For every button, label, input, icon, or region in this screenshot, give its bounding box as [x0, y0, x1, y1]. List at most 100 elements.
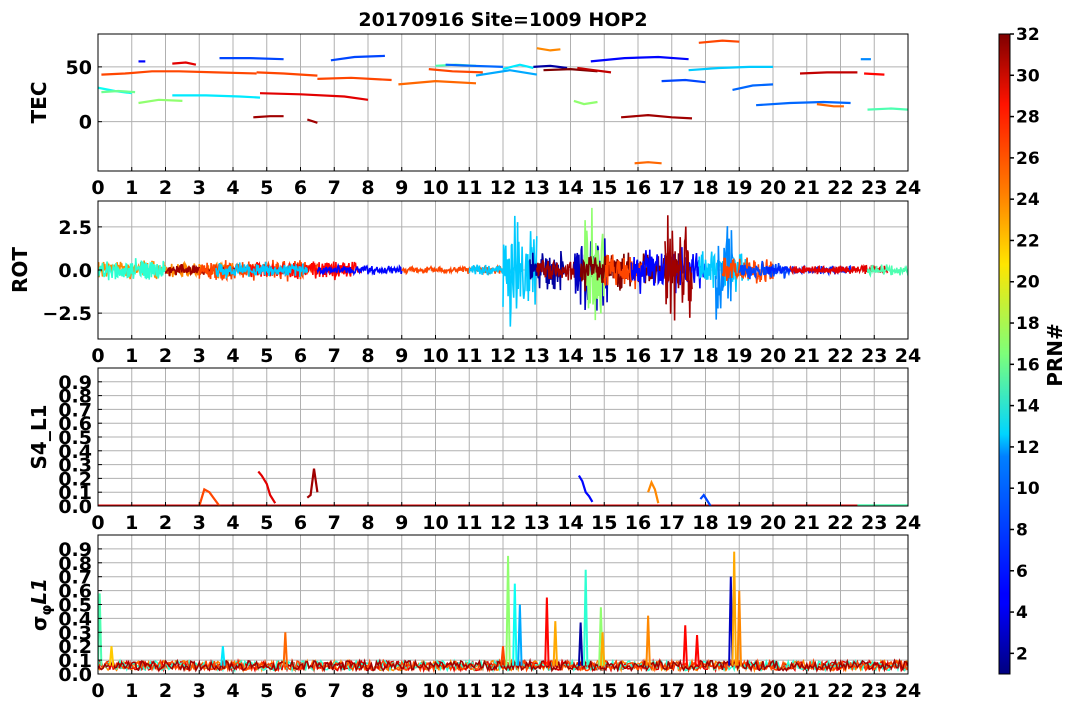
colorbar-tick-label: 20 — [1016, 273, 1040, 293]
sigma-ytick-label: 0.0 — [58, 664, 92, 686]
tec-xtick-label: 11 — [456, 177, 482, 199]
sigma-xtick-label: 5 — [260, 680, 273, 702]
spike-prn-28 — [544, 597, 550, 666]
figure-title: 20170916 Site=1009 HOP2 — [358, 9, 647, 31]
s4-xtick-label: 19 — [726, 512, 752, 534]
series-prn-12 — [172, 94, 261, 99]
sigma-xtick-label: 24 — [895, 680, 921, 702]
series-prn-31 — [664, 215, 693, 321]
rot-xtick-label: 8 — [361, 345, 374, 367]
rot-xtick-label: 0 — [91, 345, 104, 367]
colorbar-ticks: 2468101214161820222426283032 — [1010, 25, 1040, 664]
colorbar-tick-label: 12 — [1016, 438, 1040, 458]
rot-xtick-label: 5 — [260, 345, 273, 367]
s4-xtick-label: 15 — [591, 512, 617, 534]
series-prn-7 — [219, 56, 284, 61]
sigma-xtick-label: 8 — [361, 680, 374, 702]
series-prn-26 — [428, 68, 483, 74]
s4-xtick-label: 2 — [159, 512, 172, 534]
series-prn-5 — [316, 262, 403, 277]
rot-ytick-label: −2.5 — [42, 303, 92, 325]
s4-xtick-label: 14 — [557, 512, 583, 534]
tec-ytick-label: 0 — [79, 112, 92, 134]
rot-xtick-label: 11 — [456, 345, 482, 367]
colorbar-tick-label: 10 — [1016, 479, 1040, 499]
rot-xtick-label: 14 — [557, 345, 583, 367]
rot-xtick-label: 23 — [861, 345, 887, 367]
series-prn-25 — [816, 103, 844, 108]
tec-xtick-label: 3 — [193, 177, 206, 199]
sigma-xtick-label: 19 — [726, 680, 752, 702]
tec-xtick-label: 12 — [490, 177, 516, 199]
rot-xtick-label: 7 — [328, 345, 341, 367]
s4-xtick-label: 12 — [490, 512, 516, 534]
tec-xtick-label: 16 — [625, 177, 651, 199]
s4-xtick-label: 4 — [226, 512, 239, 534]
colorbar-tick-label: 6 — [1016, 562, 1028, 582]
sigma-xtick-label: 9 — [395, 680, 408, 702]
spike-prn-2 — [577, 622, 584, 666]
rot-xtick-label: 6 — [294, 345, 307, 367]
tec-xtick-label: 14 — [557, 177, 583, 199]
tec-xtick-label: 4 — [226, 177, 239, 199]
s4-xtick-label: 13 — [524, 512, 550, 534]
panel-tec: 0 1 2 3 4 5 6 7 8 9 10 11 12 13 14 15 16 17 18 19 20 21 22 23 24… — [27, 33, 921, 199]
tec-xtick-label: 0 — [91, 177, 104, 199]
s4-xtick-label: 11 — [456, 512, 482, 534]
tec-xtick-label: 17 — [659, 177, 685, 199]
colorbar-tick-label: 8 — [1016, 520, 1028, 540]
s4-xtick-label: 23 — [861, 512, 887, 534]
series-prn-24 — [647, 479, 660, 504]
panel-sigma: 0 1 2 3 4 5 6 7 8 9 10 11 12 13 14 15 16 17 18 19 20 21 22 23 24… — [27, 534, 921, 702]
tec-xtick-label: 20 — [760, 177, 786, 199]
sigma-xtick-label: 12 — [490, 680, 516, 702]
sigma-xtick-label: 16 — [625, 680, 651, 702]
tec-xtick-label: 24 — [895, 177, 921, 199]
colorbar-tick-label: 16 — [1016, 355, 1040, 375]
colorbar-tick-label: 26 — [1016, 149, 1040, 169]
sigma-xtick-label: 14 — [557, 680, 583, 702]
rot-xtick-label: 16 — [625, 345, 651, 367]
tec-xtick-label: 1 — [125, 177, 138, 199]
sigma-xtick-label: 23 — [861, 680, 887, 702]
s4-xtick-label: 8 — [361, 512, 374, 534]
tec-xtick-label: 23 — [861, 177, 887, 199]
tec-ytick-label: 50 — [66, 57, 92, 79]
sigma-xtick-label: 4 — [226, 680, 239, 702]
s4-xtick-label: 3 — [193, 512, 206, 534]
tec-xtick-label: 10 — [422, 177, 448, 199]
s4-xtick-label: 7 — [328, 512, 341, 534]
rot-xtick-label: 3 — [193, 345, 206, 367]
spike-prn-23 — [731, 551, 737, 666]
rot-xtick-label: 22 — [827, 345, 853, 367]
tec-ylabel: TEC — [27, 82, 51, 124]
sigma-xtick-label: 17 — [659, 680, 685, 702]
colorbar-label: PRN# — [1043, 323, 1067, 387]
s4-xtick-label: 9 — [395, 512, 408, 534]
series-prn-26 — [317, 76, 392, 82]
rot-ytick-label: 0.0 — [58, 260, 92, 282]
series-prn-2 — [533, 64, 568, 70]
s4-xtick-label: 21 — [794, 512, 820, 534]
rot-xtick-label: 12 — [490, 345, 516, 367]
rot-xtick-label: 10 — [422, 345, 448, 367]
tec-xtick-label: 5 — [260, 177, 273, 199]
sigma-xtick-label: 6 — [294, 680, 307, 702]
rot-xtick-label: 18 — [692, 345, 718, 367]
series-prn-25 — [398, 79, 477, 86]
rot-xtick-label: 9 — [395, 345, 408, 367]
sigma-xtick-label: 10 — [422, 680, 448, 702]
series-prn-30 — [799, 71, 858, 75]
series-prn-8 — [756, 100, 851, 107]
series-prn-16 — [101, 89, 136, 94]
s4-xtick-label: 20 — [760, 512, 786, 534]
series-prn-17 — [138, 98, 183, 105]
panel-rot: 0 1 2 3 4 5 6 7 8 9 10 11 12 13 14 15 16 17 18 19 20 21 22 23 24… — [8, 200, 921, 367]
tec-xtick-label: 19 — [726, 177, 752, 199]
series-prn-11 — [688, 65, 773, 72]
s4-xtick-label: 24 — [895, 512, 921, 534]
s4-ytick-label: 0.0 — [58, 496, 92, 518]
series-prn-29 — [259, 92, 369, 101]
series-prn-7 — [661, 78, 706, 84]
tec-xtick-label: 6 — [294, 177, 307, 199]
